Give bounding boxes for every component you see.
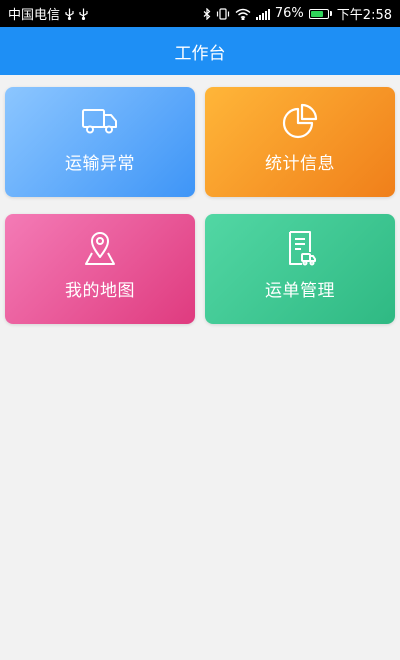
truck-icon <box>82 109 117 134</box>
tile-label: 统计信息 <box>265 154 335 174</box>
battery-body <box>308 8 329 19</box>
app-header: 工作台 <box>0 27 400 75</box>
battery-percent: 76% <box>274 6 304 21</box>
status-bar-right: 76% 下午2:58 <box>203 4 392 23</box>
pie-chart-icon <box>282 103 318 139</box>
usb-icon <box>65 8 74 20</box>
status-bar-left: 中国电信 <box>8 4 88 23</box>
tile-label: 运单管理 <box>265 281 335 301</box>
status-bar: 中国电信 76% 下午2:58 <box>0 0 400 27</box>
signal-icon <box>255 8 270 20</box>
tile-label: 运输异常 <box>65 154 135 174</box>
vibrate-icon <box>216 7 230 20</box>
page-title: 工作台 <box>174 43 226 64</box>
battery-icon <box>308 8 332 19</box>
bluetooth-icon <box>203 7 211 20</box>
usb-icon <box>79 8 88 20</box>
tile-label: 我的地图 <box>65 281 135 301</box>
map-pin-icon <box>85 232 115 265</box>
battery-fill <box>310 10 323 17</box>
tile-statistics[interactable]: 统计信息 <box>205 87 395 197</box>
tile-my-map[interactable]: 我的地图 <box>5 214 195 324</box>
waybill-icon <box>289 231 316 266</box>
wifi-icon <box>235 8 251 20</box>
tile-waybill-management[interactable]: 运单管理 <box>205 214 395 324</box>
battery-tip <box>329 11 332 16</box>
carrier-label: 中国电信 <box>8 8 61 23</box>
clock: 下午2:58 <box>336 8 392 23</box>
tile-transport-exception[interactable]: 运输异常 <box>5 87 195 197</box>
